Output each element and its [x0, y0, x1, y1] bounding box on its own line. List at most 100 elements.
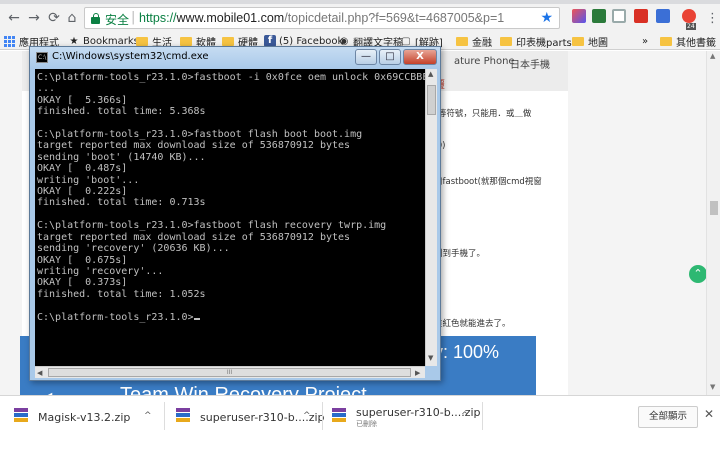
extension-badge: 24	[686, 23, 696, 30]
close-shelf-icon[interactable]: ✕	[704, 407, 714, 421]
download-item[interactable]: superuser-r310-b....zip 已刪除	[332, 404, 481, 430]
scroll-up-arrow-icon[interactable]: ▲	[428, 70, 433, 78]
bookmark-folder-finance[interactable]: 金融	[456, 33, 492, 49]
download-separator	[322, 402, 323, 430]
forward-button[interactable]: →	[26, 10, 42, 26]
site-tab-feature-phone[interactable]: ature Phone	[454, 56, 515, 67]
post-text-fragment: 用fastboot(就那個cmd視窗	[434, 177, 542, 187]
url-text[interactable]: https://www.mobile01.com/topicdetail.php…	[139, 11, 504, 25]
folder-icon	[180, 36, 192, 46]
show-all-downloads-button[interactable]: 全部顯示	[638, 406, 698, 428]
home-button[interactable]: ⌂	[64, 10, 80, 26]
console-line: sending 'recovery' (20636 KB)...	[37, 243, 230, 255]
minimize-button[interactable]: —	[355, 49, 377, 65]
back-button[interactable]: ←	[6, 10, 22, 26]
download-status: 已刪除	[356, 420, 377, 428]
console-line: OKAY [ 0.487s]	[37, 163, 128, 175]
cmd-window-title: C:\Windows\system32\cmd.exe	[52, 51, 209, 62]
zip-file-icon	[332, 408, 346, 422]
secure-label: 安全	[105, 13, 130, 27]
bookmark-label: 其他書籤	[676, 37, 716, 49]
folder-icon	[572, 36, 584, 46]
scroll-down-arrow-icon[interactable]: ▼	[710, 383, 715, 391]
lock-icon	[91, 13, 100, 24]
zip-file-icon	[14, 408, 28, 422]
console-line: finished. total time: 0.713s	[37, 197, 206, 209]
console-line: ...	[37, 83, 56, 95]
console-vscroll-thumb[interactable]	[427, 85, 436, 115]
bookmark-label: 地圖	[588, 37, 608, 49]
console-line: sending 'boot' (14740 KB)...	[37, 151, 206, 163]
url-scheme: https://	[139, 11, 177, 25]
download-filename: Magisk-v13.2.zip	[38, 411, 131, 424]
cmd-window[interactable]: C:\ C:\Windows\system32\cmd.exe — □ X C:…	[29, 46, 441, 381]
folder-icon	[136, 36, 148, 46]
console-line: target reported max download size of 536…	[37, 140, 351, 152]
address-bar[interactable]: 安全 | https://www.mobile01.com/topicdetai…	[84, 7, 560, 29]
console-line: C:\platform-tools_r23.1.0>fastboot flash…	[37, 129, 363, 141]
pen-extension-icon[interactable]	[572, 9, 586, 23]
download-shelf: Magisk-v13.2.zip ^ superuser-r310-b....z…	[0, 395, 720, 450]
download-menu-caret-icon[interactable]: ^	[303, 411, 311, 421]
post-text-fragment: "等符號，只能用．或＿做	[434, 109, 532, 119]
folder-icon	[456, 36, 468, 46]
console-line: target reported max download size of 536…	[37, 231, 351, 243]
bookmark-label: Bookmarks	[83, 35, 139, 47]
scroll-left-arrow-icon[interactable]: ◀	[37, 369, 42, 377]
house-extension-icon[interactable]	[592, 9, 606, 23]
eye-icon: ◉	[339, 35, 349, 47]
cmd-app-icon: C:\	[36, 52, 48, 63]
page-scrollbar-thumb[interactable]	[710, 201, 718, 215]
download-item[interactable]: superuser-r310-b....zip	[176, 404, 325, 430]
folder-icon	[222, 36, 234, 46]
scroll-to-top-button[interactable]: ⌃	[689, 265, 707, 283]
bookmark-folder-other[interactable]: 其他書籤	[660, 33, 716, 49]
console-line: OKAY [ 0.222s]	[37, 186, 128, 198]
console-vertical-scrollbar[interactable]: ▲ ▼	[425, 69, 437, 366]
bookmarks-overflow-button[interactable]: »	[642, 33, 648, 49]
red-extension-icon[interactable]	[634, 9, 648, 23]
console-line: writing 'boot'...	[37, 174, 140, 186]
console-output[interactable]: C:\platform-tools_r23.1.0>fastboot -i 0x…	[35, 69, 425, 366]
scroll-down-arrow-icon[interactable]: ▼	[428, 354, 433, 362]
bookmark-folder-maps[interactable]: 地圖	[572, 33, 608, 49]
back-arrow-icon: ◀	[40, 388, 52, 395]
scroll-up-arrow-icon[interactable]: ▲	[710, 52, 715, 60]
reload-button[interactable]: ⟳	[46, 10, 62, 26]
scroll-right-arrow-icon[interactable]: ▶	[415, 369, 420, 377]
page-scrollbar[interactable]: ▲ ▼	[706, 51, 720, 395]
download-menu-caret-icon[interactable]: ^	[144, 411, 152, 421]
console-line: OKAY [ 0.373s]	[37, 277, 128, 289]
star-icon: ★	[69, 35, 79, 47]
console-hscroll-thumb[interactable]: III	[48, 368, 411, 377]
console-line: C:\platform-tools_r23.1.0>fastboot -i 0x…	[37, 72, 425, 83]
apps-grid-icon	[4, 35, 15, 47]
overflow-chevron-icon: »	[642, 35, 649, 47]
download-item[interactable]: Magisk-v13.2.zip	[14, 404, 164, 430]
folder-icon	[500, 36, 512, 46]
address-separator: |	[131, 10, 136, 25]
maximize-button[interactable]: □	[379, 49, 401, 65]
chrome-menu-icon[interactable]: ⋮	[706, 11, 719, 26]
console-line: OKAY [ 5.366s]	[37, 94, 128, 106]
bookmark-star-icon[interactable]: ★	[540, 10, 553, 26]
download-menu-caret-icon[interactable]: ^	[461, 411, 469, 421]
post-text-fragment: 重紅色就能進去了。	[434, 319, 511, 329]
console-line: C:\platform-tools_r23.1.0>	[37, 311, 194, 323]
browser-toolbar: ← → ⟳ ⌂ 安全 | https://www.mobile01.com/to…	[0, 4, 720, 32]
bookmark-folder-printer[interactable]: 印表機parts	[500, 33, 572, 49]
text-cursor	[193, 317, 200, 320]
close-button[interactable]: X	[403, 49, 437, 65]
site-tab-japan-phone[interactable]: 日本手機	[510, 56, 550, 71]
console-line: writing 'recovery'...	[37, 265, 164, 277]
shield-extension-icon[interactable]	[612, 9, 626, 23]
bookmark-label: (5) Facebook	[279, 35, 344, 47]
blue-extension-icon[interactable]	[656, 9, 670, 23]
adblock-extension-icon[interactable]	[682, 9, 696, 23]
console-horizontal-scrollbar[interactable]: ◀ III ▶	[35, 366, 425, 378]
twrp-title-text: Team Win Recovery Project	[120, 384, 367, 395]
console-line: C:\platform-tools_r23.1.0>fastboot flash…	[37, 220, 387, 232]
document-icon: ▢	[401, 35, 411, 47]
cmd-titlebar[interactable]: C:\ C:\Windows\system32\cmd.exe — □ X	[30, 47, 440, 69]
url-host: www.mobile01.com	[176, 11, 285, 25]
